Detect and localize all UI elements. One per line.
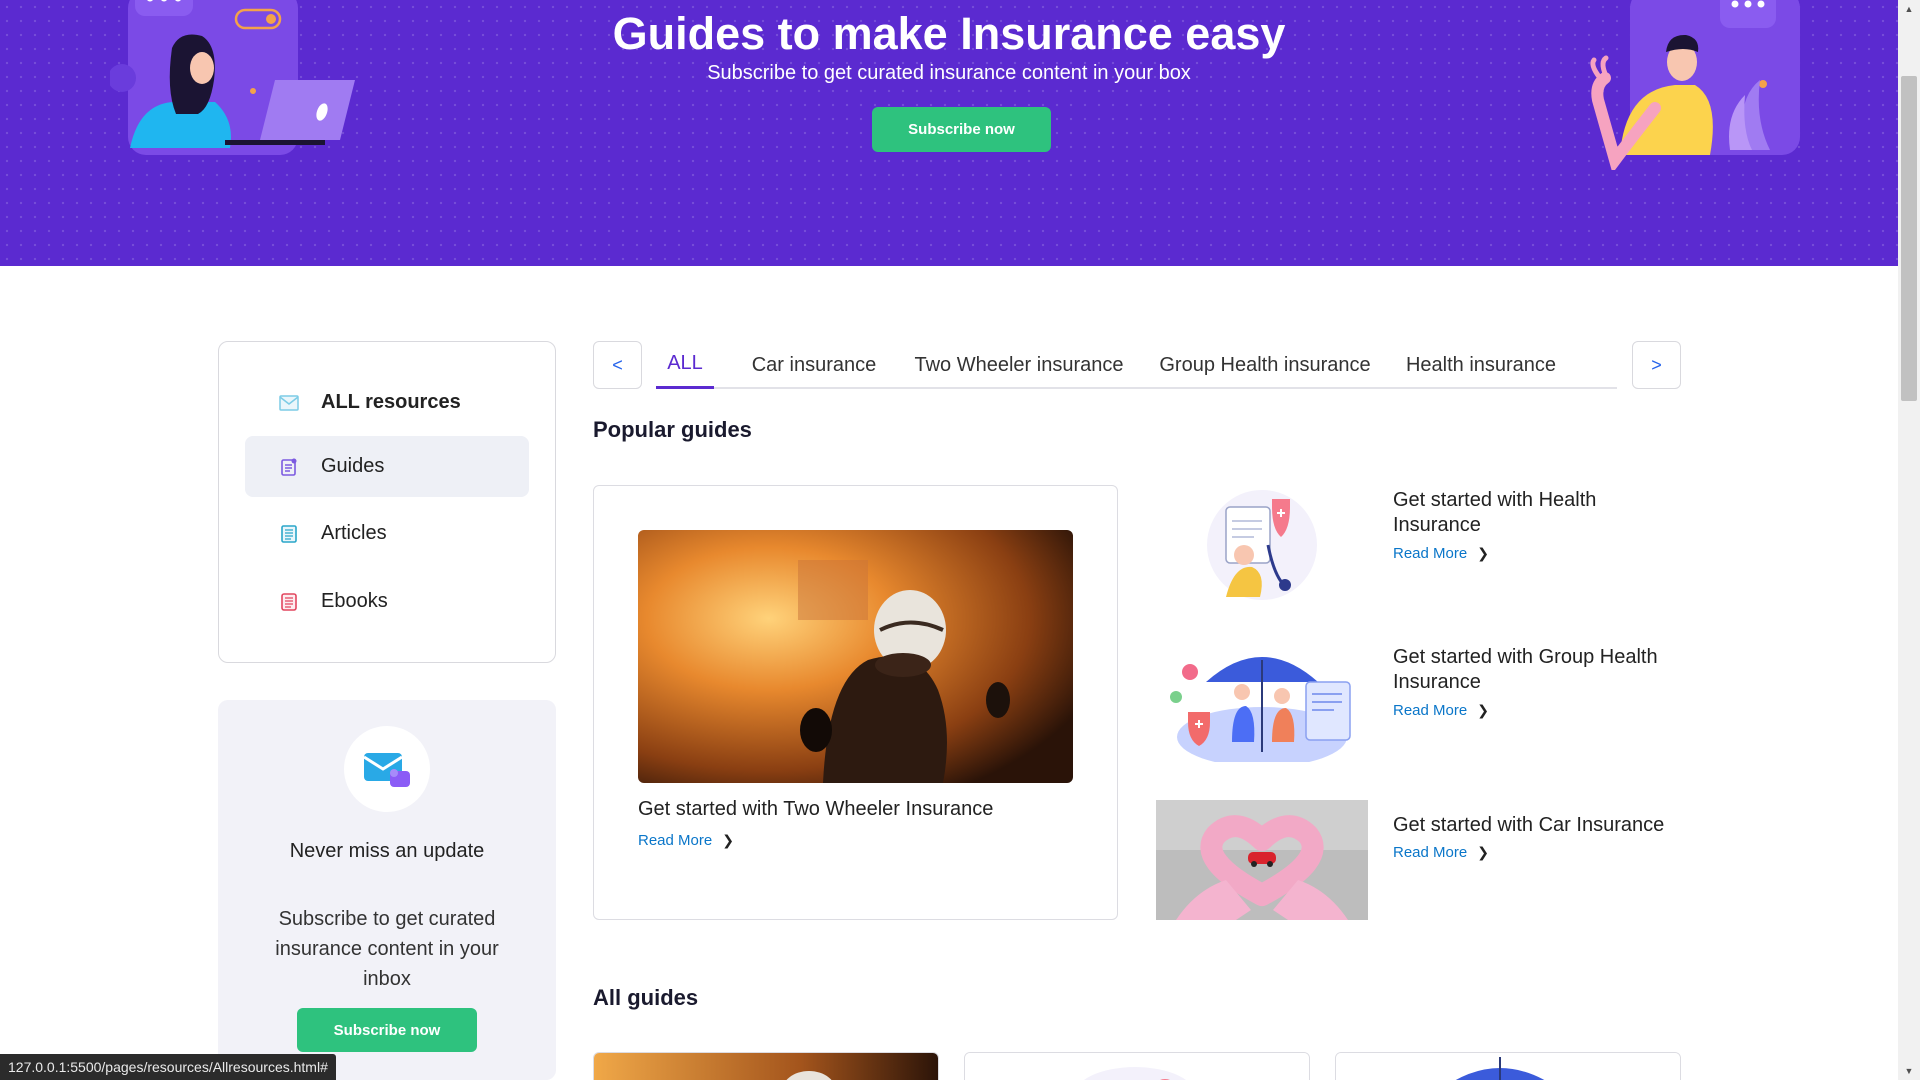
tab-two-wheeler-insurance[interactable]: Two Wheeler insurance [908,341,1130,389]
article-icon [279,524,299,544]
sidebar-item-ebooks[interactable]: Ebooks [245,571,529,632]
guide-card[interactable] [964,1052,1310,1080]
guide-card[interactable] [593,1052,939,1080]
tabs-next-button[interactable]: > [1632,341,1681,389]
health-insurance-illustration [965,1053,1309,1080]
featured-guide-title: Get started with Two Wheeler Insurance [638,798,994,820]
sidebar-item-label: ALL resources [321,391,461,413]
newsletter-card: Never miss an update Subscribe to get cu… [218,700,556,1080]
two-wheeler-photo [594,1053,938,1080]
tab-health-insurance[interactable]: Health insurance [1400,341,1562,389]
tab-car-insurance[interactable]: Car insurance [744,341,884,389]
newsletter-title: Never miss an update [289,840,485,862]
browser-status-url: 127.0.0.1:5500/pages/resources/Allresour… [0,1054,336,1080]
guide-title: Get started with Health Insurance [1393,489,1597,536]
featured-guide-card[interactable]: Get started with Two Wheeler Insurance R… [593,485,1118,920]
resource-sidebar: ALL resources Guides Articles Ebooks [218,341,556,663]
read-more-label: Read More [1393,545,1468,562]
mail-chat-icon [363,753,410,787]
read-more-label: Read More [1393,702,1468,719]
popular-guides-heading: Popular guides [593,417,752,442]
tab-all[interactable]: ALL [656,341,714,389]
read-more-link[interactable]: Read More ❯ [1393,545,1489,562]
inbox-icon [279,393,299,413]
car-insurance-photo [1156,800,1368,920]
guide-icon [279,457,299,477]
sidebar-item-label: Ebooks [321,590,388,612]
chevron-right-icon: ❯ [1477,844,1489,860]
all-guides-heading: All guides [593,985,699,1010]
ebook-icon [279,592,299,612]
guide-card[interactable] [1335,1052,1681,1080]
hero-title: Guides to make Insurance easy [612,8,1286,59]
group-health-insurance-illustration [1156,642,1368,762]
sidebar-item-guides[interactable]: Guides [245,436,529,497]
sidebar-subscribe-button[interactable]: Subscribe now [297,1008,477,1052]
two-wheeler-photo [638,530,1073,783]
chevron-right-icon: ❯ [1477,545,1489,561]
hero-banner: Guides to make Insurance easy Subscribe … [0,0,1898,266]
guide-title: Get started with Car Insurance [1393,814,1665,836]
read-more-label: Read More [638,832,713,849]
read-more-link[interactable]: Read More ❯ [1393,702,1489,719]
sidebar-item-label: Guides [321,455,385,477]
read-more-link[interactable]: Read More ❯ [1393,844,1489,861]
sidebar-item-articles[interactable]: Articles [245,503,529,564]
scroll-down-arrow-icon[interactable]: ▼ [1903,1066,1915,1076]
chevron-right-icon: ❯ [1477,702,1489,718]
tabs-prev-button[interactable]: < [593,341,642,389]
sidebar-item-label: Articles [321,522,387,544]
hero-subtitle: Subscribe to get curated insurance conte… [707,62,1191,84]
health-insurance-illustration [1156,485,1368,605]
newsletter-icon-badge [344,726,430,812]
scroll-up-arrow-icon[interactable]: ▲ [1903,4,1915,14]
tab-group-health-insurance[interactable]: Group Health insurance [1154,341,1376,389]
chevron-right-icon: ❯ [722,832,734,848]
guide-title: Get started with Group Health Insurance [1393,646,1658,693]
read-more-label: Read More [1393,844,1468,861]
group-health-insurance-illustration [1336,1053,1680,1080]
sidebar-item-all-resources[interactable]: ALL resources [245,372,529,433]
newsletter-description: Subscribe to get curated insurance conte… [275,908,499,990]
page-scrollbar[interactable]: ▲ ▼ [1898,0,1920,1080]
hero-subscribe-button[interactable]: Subscribe now [872,107,1051,152]
guide-list-item[interactable]: Get started with Car Insurance Read More… [1156,800,1680,920]
guide-list-item[interactable]: Get started with Health Insurance Read M… [1156,485,1680,610]
guide-list-item[interactable]: Get started with Group Health Insurance … [1156,642,1680,767]
featured-read-more-link[interactable]: Read More ❯ [638,832,734,849]
category-tabs: ALL Car insurance Two Wheeler insurance … [656,341,1617,389]
scroll-thumb[interactable] [1901,76,1917,401]
